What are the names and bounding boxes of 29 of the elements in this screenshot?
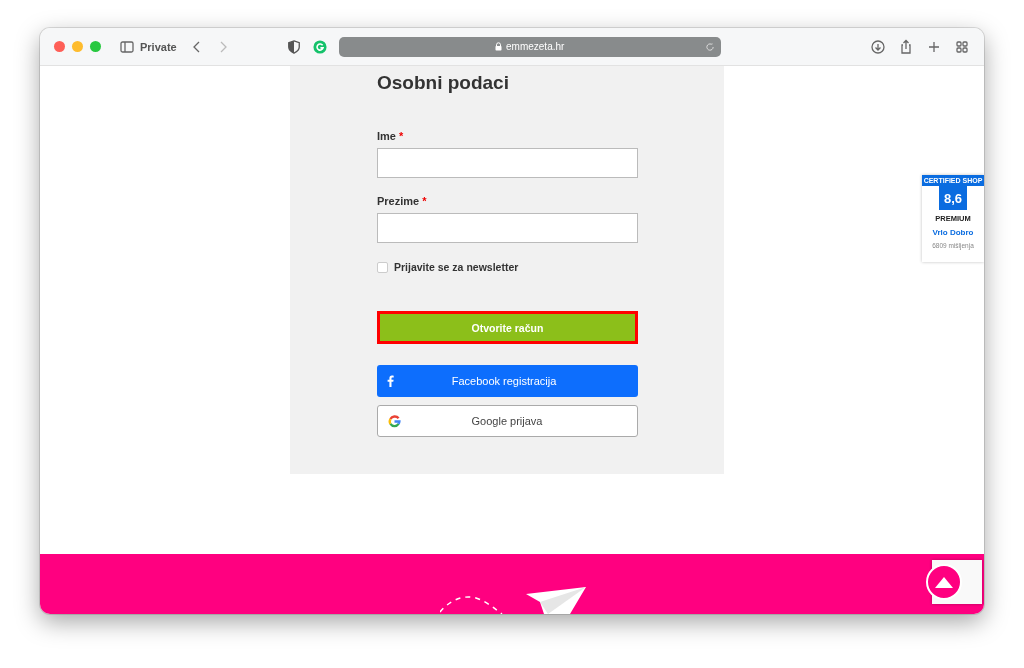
field-label: Ime * bbox=[377, 130, 405, 142]
close-button[interactable] bbox=[54, 41, 65, 52]
up-arrow-icon bbox=[935, 576, 953, 588]
url-text: emmezeta.hr bbox=[506, 41, 565, 52]
zoom-button[interactable] bbox=[90, 41, 101, 52]
shield-icon[interactable] bbox=[286, 39, 301, 54]
download-icon[interactable] bbox=[870, 38, 886, 55]
minimize-button[interactable] bbox=[72, 41, 83, 52]
reload-icon[interactable] bbox=[704, 41, 715, 52]
text-field[interactable] bbox=[377, 213, 638, 243]
newsletter-checkbox[interactable] bbox=[377, 261, 388, 273]
google-icon bbox=[388, 414, 401, 428]
address-bar[interactable]: emmezeta.hr bbox=[338, 36, 721, 57]
extension-icon[interactable] bbox=[312, 39, 327, 54]
sidebar-icon[interactable] bbox=[119, 38, 135, 55]
section-title: Osobni podaci bbox=[377, 72, 510, 94]
rating-label: Vrlo Dobro bbox=[932, 228, 974, 237]
share-icon[interactable] bbox=[898, 38, 914, 55]
field-label: Prezime * bbox=[377, 195, 428, 207]
score: 8,6 bbox=[939, 186, 967, 210]
facebook-icon bbox=[387, 375, 394, 387]
google-button[interactable]: Google prijava bbox=[377, 405, 638, 437]
checkbox-label: Prijavite se za newsletter bbox=[394, 261, 519, 273]
scroll-up-button[interactable] bbox=[926, 564, 962, 600]
lock-icon bbox=[495, 42, 502, 51]
text-field[interactable] bbox=[377, 148, 638, 178]
tabs-overview-icon[interactable] bbox=[954, 38, 970, 55]
facebook-button[interactable]: Facebook registracija bbox=[377, 365, 638, 397]
private-label: Private bbox=[140, 40, 177, 53]
